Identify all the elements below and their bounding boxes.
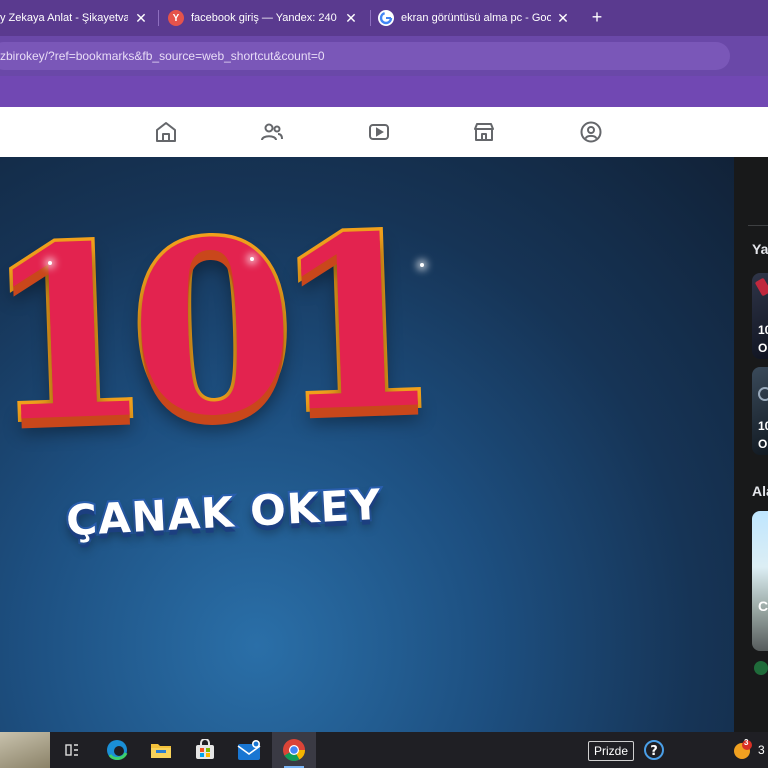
card-title: 10 [758,323,768,337]
marketplace-icon[interactable] [472,120,496,144]
task-view-icon[interactable] [58,736,86,764]
url-field[interactable]: zbirokey/?ref=bookmarks&fb_source=web_sh… [0,42,730,70]
home-icon[interactable] [154,120,178,144]
facebook-nav-bar [0,107,768,158]
friends-icon[interactable] [260,120,284,144]
sidebar-heading: Ya [752,241,768,257]
game-card[interactable]: 10 O [752,273,768,359]
tab-sikayetvar[interactable]: y Zekaya Anlat - Şikayetvar ✕ [0,4,150,32]
card-subtitle: O [758,437,768,451]
svg-text:?: ? [650,744,658,759]
logo-subtitle: ÇANAK OKEY [63,478,385,547]
game-card[interactable]: C [752,511,768,651]
tab-yandex[interactable]: Y facebook giriş — Yandex: 240 b ✕ [168,4,360,32]
close-icon[interactable]: ✕ [134,11,148,25]
tab-separator [370,10,371,26]
url-text: zbirokey/?ref=bookmarks&fb_source=web_sh… [0,49,325,63]
address-bar: zbirokey/?ref=bookmarks&fb_source=web_sh… [0,36,768,76]
card-art [754,277,768,297]
notification-icon[interactable]: 3 [728,736,756,764]
chrome-icon[interactable] [272,732,316,768]
game-card[interactable]: 10 O [752,367,768,455]
store-icon[interactable] [191,736,219,764]
bookmarks-bar [0,76,768,107]
tab-separator [158,10,159,26]
online-dot [754,661,768,675]
close-icon[interactable]: ✕ [556,11,570,25]
sparkle [48,261,52,265]
sparkle [420,263,424,267]
tab-title: ekran görüntüsü alma pc - Goo [401,12,551,24]
card-subtitle: O [758,341,768,355]
watch-icon[interactable] [367,120,391,144]
close-icon[interactable]: ✕ [344,11,358,25]
groups-icon[interactable] [579,120,603,144]
prizde-button[interactable]: Prizde [588,741,635,761]
yandex-icon: Y [168,10,184,26]
help-icon[interactable]: ? [640,736,668,764]
logo-number: 101 [0,179,427,479]
right-sidebar: Ya 10 O 10 O Ala C [734,157,768,732]
new-tab-button[interactable]: + [588,8,606,26]
card-title: C [758,598,768,614]
divider [748,225,768,226]
game-canvas[interactable]: 101 ÇANAK OKEY [0,157,734,732]
file-explorer-icon[interactable] [147,736,175,764]
taskbar: ? 3 3 [0,732,768,768]
tab-google[interactable]: ekran görüntüsü alma pc - Goo ✕ [378,4,572,32]
mail-icon[interactable] [235,736,263,764]
tab-title: facebook giriş — Yandex: 240 b [191,12,337,24]
tab-bar: y Zekaya Anlat - Şikayetvar ✕ Y facebook… [0,0,768,36]
google-icon [378,10,394,26]
sparkle [250,257,254,261]
weather-icon[interactable] [0,732,50,768]
tab-title: y Zekaya Anlat - Şikayetvar [0,12,128,24]
card-title: 10 [758,419,768,433]
card-art [758,387,768,401]
sidebar-heading: Ala [752,483,768,499]
notification-count: 3 [744,738,749,747]
tray-clock-text: 3 [758,743,765,757]
edge-icon[interactable] [103,736,131,764]
